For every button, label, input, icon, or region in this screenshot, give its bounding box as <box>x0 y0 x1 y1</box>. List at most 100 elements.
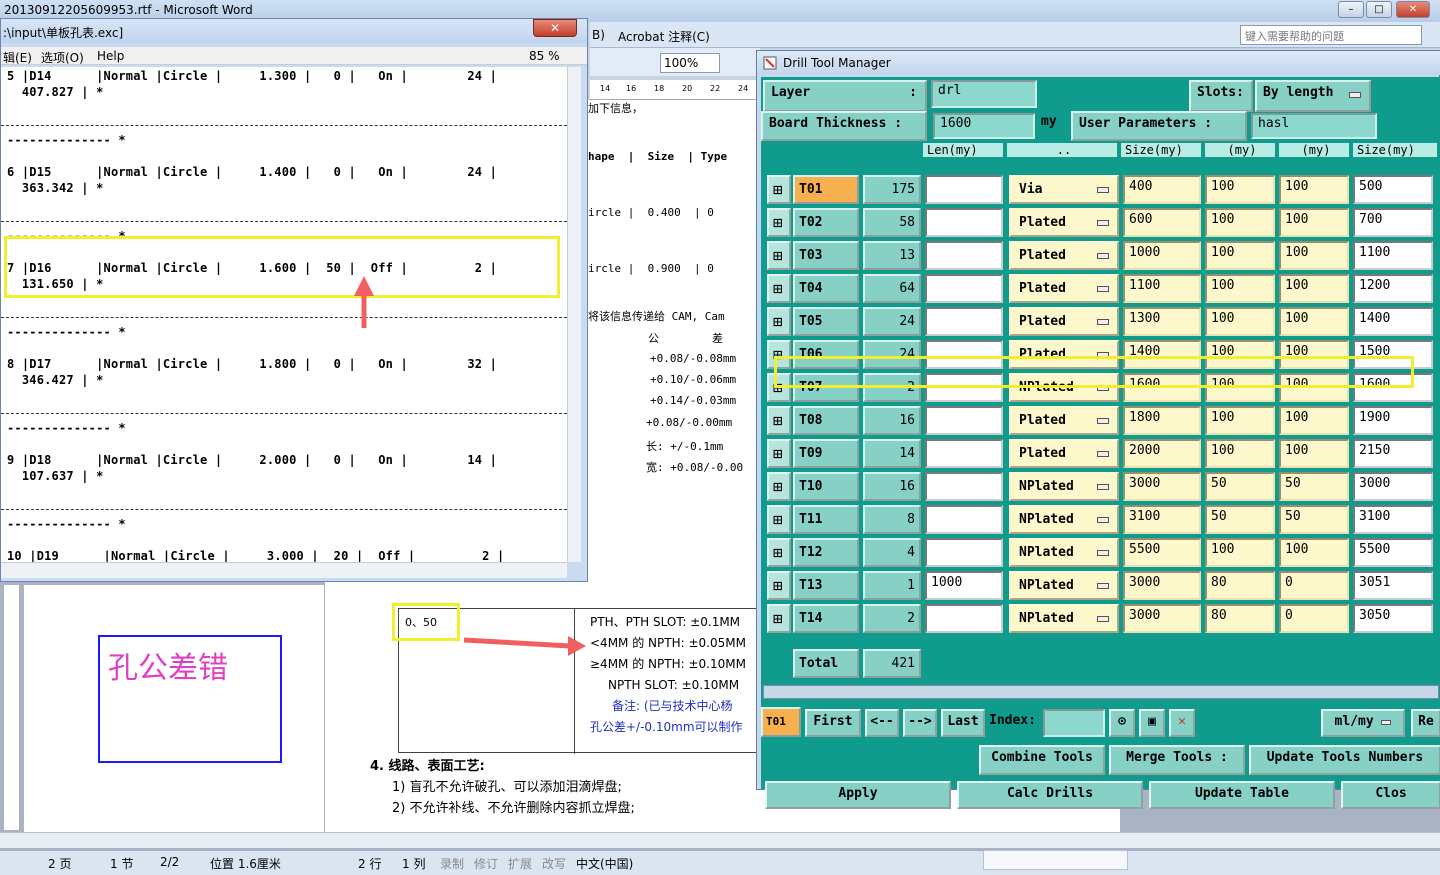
horizontal-scrollbar[interactable] <box>0 832 1440 848</box>
finished-size-input[interactable]: 3050 <box>1353 604 1433 633</box>
prev-button[interactable]: <-- <box>865 709 899 737</box>
combine-tools-button[interactable]: Combine Tools <box>979 745 1105 775</box>
finished-size-input[interactable]: 3100 <box>1353 505 1433 534</box>
add-row-icon[interactable]: ⊞ <box>767 505 791 534</box>
text-viewer-hscroll[interactable] <box>1 562 567 578</box>
drill-size-input[interactable]: 5500 <box>1123 538 1201 567</box>
units-select[interactable]: ml/my <box>1321 709 1405 737</box>
finished-size-input[interactable]: 5500 <box>1353 538 1433 567</box>
plus-tol-input[interactable]: 100 <box>1205 175 1275 204</box>
plus-tol-input[interactable]: 50 <box>1205 505 1275 534</box>
type-select[interactable]: NPlated <box>1009 538 1119 567</box>
finished-size-input[interactable]: 700 <box>1353 208 1433 237</box>
minus-tol-input[interactable]: 100 <box>1279 307 1349 336</box>
minus-tol-input[interactable]: 100 <box>1279 274 1349 303</box>
drill-size-input[interactable]: 600 <box>1123 208 1201 237</box>
user-params-input[interactable]: hasl <box>1251 113 1377 139</box>
type-select[interactable]: Via <box>1009 175 1119 204</box>
plus-tol-input[interactable]: 80 <box>1205 571 1275 600</box>
type-select[interactable]: NPlated <box>1009 505 1119 534</box>
minimize-button[interactable]: – <box>1338 1 1364 18</box>
type-select[interactable]: NPlated <box>1009 604 1119 633</box>
board-thickness-input[interactable]: 1600 <box>933 113 1035 139</box>
length-input[interactable] <box>925 274 1003 303</box>
add-row-icon[interactable]: ⊞ <box>767 538 791 567</box>
plus-tol-input[interactable]: 100 <box>1205 208 1275 237</box>
drill-size-input[interactable]: 2000 <box>1123 439 1201 468</box>
menu-options[interactable]: 选项(O) <box>41 49 84 66</box>
minus-tol-input[interactable]: 100 <box>1279 439 1349 468</box>
plus-tol-input[interactable]: 100 <box>1205 274 1275 303</box>
merge-tools-button[interactable]: Merge Tools : <box>1109 745 1245 775</box>
length-input[interactable] <box>925 175 1003 204</box>
finished-size-input[interactable]: 1900 <box>1353 406 1433 435</box>
add-row-icon[interactable]: ⊞ <box>767 439 791 468</box>
minus-tol-input[interactable]: 100 <box>1279 208 1349 237</box>
length-input[interactable] <box>925 604 1003 633</box>
help-search-input[interactable]: 键入需要帮助的问题 <box>1240 25 1422 45</box>
index-input[interactable] <box>1043 709 1105 737</box>
finished-size-input[interactable]: 2150 <box>1353 439 1433 468</box>
text-viewer-close-button[interactable]: ✕ <box>533 19 577 37</box>
drill-size-input[interactable]: 1000 <box>1123 241 1201 270</box>
update-tools-numbers-button[interactable]: Update Tools Numbers <box>1249 745 1440 775</box>
length-input[interactable] <box>925 406 1003 435</box>
length-input[interactable] <box>925 505 1003 534</box>
drill-size-input[interactable]: 1300 <box>1123 307 1201 336</box>
minus-tol-input[interactable]: 100 <box>1279 175 1349 204</box>
update-table-button[interactable]: Update Table <box>1149 781 1335 809</box>
plus-tol-input[interactable]: 100 <box>1205 307 1275 336</box>
type-select[interactable]: Plated <box>1009 208 1119 237</box>
re-button[interactable]: Re <box>1411 709 1440 737</box>
type-select[interactable]: Plated <box>1009 307 1119 336</box>
plus-tol-input[interactable]: 50 <box>1205 472 1275 501</box>
plus-tol-input[interactable]: 100 <box>1205 538 1275 567</box>
length-input[interactable] <box>925 439 1003 468</box>
close-dtm-button[interactable]: Clos <box>1341 781 1440 809</box>
drill-size-input[interactable]: 3000 <box>1123 571 1201 600</box>
add-row-icon[interactable]: ⊞ <box>767 406 791 435</box>
finished-size-input[interactable]: 3000 <box>1353 472 1433 501</box>
minus-tol-input[interactable]: 0 <box>1279 571 1349 600</box>
add-row-icon[interactable]: ⊞ <box>767 307 791 336</box>
finished-size-input[interactable]: 1400 <box>1353 307 1433 336</box>
ime-toolbar[interactable] <box>983 850 1128 870</box>
drill-size-input[interactable]: 1100 <box>1123 274 1201 303</box>
type-select[interactable]: Plated <box>1009 406 1119 435</box>
last-button[interactable]: Last <box>941 709 985 737</box>
delete-icon[interactable]: ✕ <box>1169 709 1195 737</box>
calc-drills-button[interactable]: Calc Drills <box>957 781 1143 809</box>
plus-tol-input[interactable]: 100 <box>1205 406 1275 435</box>
minus-tol-input[interactable]: 100 <box>1279 241 1349 270</box>
length-input[interactable] <box>925 307 1003 336</box>
add-row-icon[interactable]: ⊞ <box>767 274 791 303</box>
finished-size-input[interactable]: 1100 <box>1353 241 1433 270</box>
menu-edit[interactable]: 辑(E) <box>3 49 32 66</box>
type-select[interactable]: NPlated <box>1009 571 1119 600</box>
zoom-select[interactable]: 100% <box>660 53 720 73</box>
minus-tol-input[interactable]: 50 <box>1279 505 1349 534</box>
menu-item-acrobat[interactable]: Acrobat 注释(C) <box>618 28 710 45</box>
add-row-icon[interactable]: ⊞ <box>767 208 791 237</box>
finished-size-input[interactable]: 1200 <box>1353 274 1433 303</box>
first-button[interactable]: First <box>805 709 861 737</box>
minus-tol-input[interactable]: 100 <box>1279 538 1349 567</box>
add-row-icon[interactable]: ⊞ <box>767 571 791 600</box>
finished-size-input[interactable]: 3051 <box>1353 571 1433 600</box>
close-button[interactable]: ✕ <box>1396 1 1430 18</box>
plus-tol-input[interactable]: 100 <box>1205 439 1275 468</box>
slots-select[interactable]: By length <box>1255 80 1371 112</box>
drill-report-text[interactable]: 5 |D14 |Normal |Circle | 1.300 | 0 | On … <box>1 67 567 562</box>
text-viewer-vscroll[interactable] <box>567 67 581 562</box>
drill-size-input[interactable]: 3100 <box>1123 505 1201 534</box>
apply-button[interactable]: Apply <box>765 781 951 809</box>
plus-tol-input[interactable]: 100 <box>1205 241 1275 270</box>
length-input[interactable]: 1000 <box>925 571 1003 600</box>
drill-size-input[interactable]: 400 <box>1123 175 1201 204</box>
type-select[interactable]: Plated <box>1009 274 1119 303</box>
next-button[interactable]: --> <box>903 709 937 737</box>
menu-item-b[interactable]: B) <box>592 28 605 42</box>
length-input[interactable] <box>925 538 1003 567</box>
maximize-button[interactable]: □ <box>1366 1 1392 18</box>
drill-size-input[interactable]: 3000 <box>1123 604 1201 633</box>
